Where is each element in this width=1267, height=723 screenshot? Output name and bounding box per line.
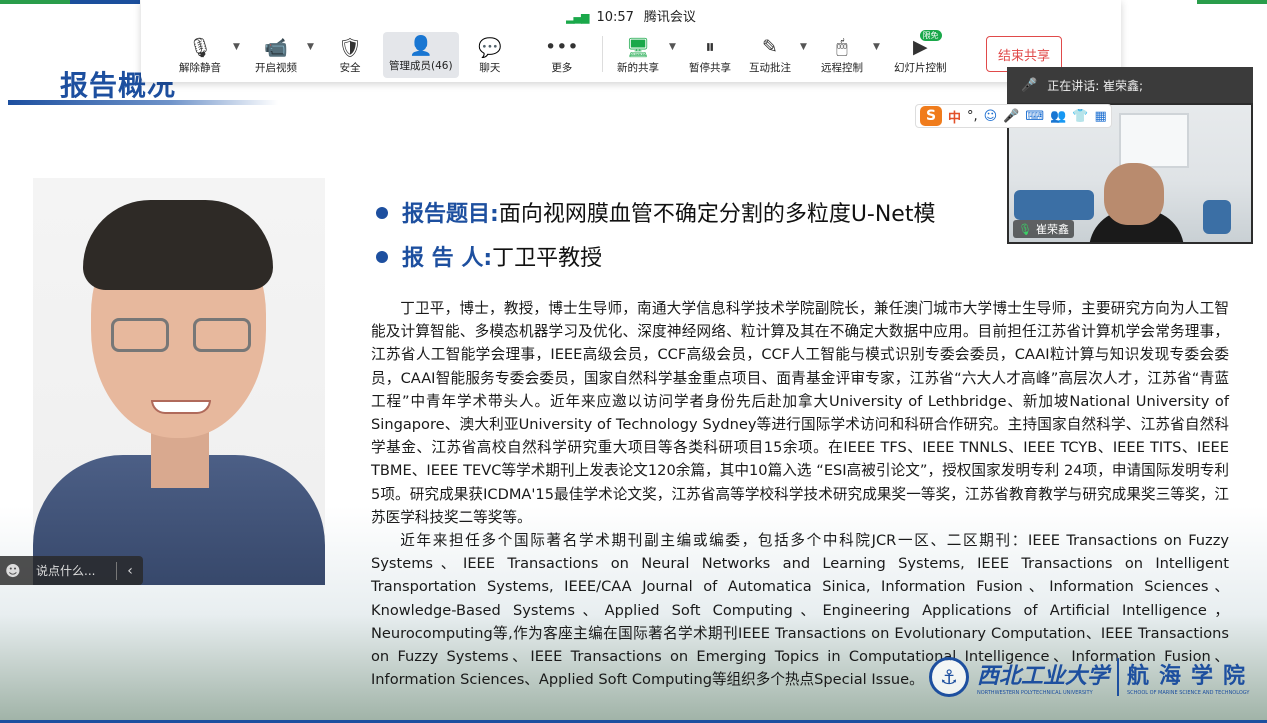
slide-top-stripe [1197,0,1267,4]
ime-punctuation-toggle[interactable]: °, [967,109,978,124]
video-options-chevron-icon[interactable]: ▼ [307,42,314,52]
slide-control-button[interactable]: ▶ 限免 幻灯片控制 [894,30,947,78]
clock-time: 10:57 [596,10,634,25]
remote-control-icon: 🖱 [836,36,848,58]
bullet-icon [376,207,388,219]
school-emblem-icon: ⚓ [928,657,969,697]
chat-label: 聊天 [479,62,501,74]
slide-top-stripe [70,0,140,4]
emoji-icon[interactable]: ☺ [984,109,998,124]
video-background-chair [1203,200,1231,234]
bio-paragraph: 丁卫平，博士，教授，博士生导师，南通大学信息科学技术学院副院长，兼任澳门城市大学… [371,300,1229,526]
sogou-logo-icon[interactable]: S [920,106,942,126]
speaker-video-panel[interactable]: 🎤 正在讲话: 崔荣鑫; 🎙 崔荣鑫 [1007,67,1253,244]
bullet-icon [376,251,388,263]
slide-control-icon: ▶ 限免 [913,30,942,60]
unmute-label: 解除静音 [179,62,221,74]
school-name-en: NORTHWESTERN POLYTECHNICAL UNIVERSITY [976,690,1093,696]
more-button[interactable]: ••• 更多 [545,34,579,78]
signal-icon: ▂▄▆ [566,11,589,24]
annotate-options-chevron-icon[interactable]: ▼ [800,42,807,52]
pause-share-label: 暂停共享 [689,62,731,74]
new-share-label: 新的共享 [617,62,659,74]
video-background-sofa [1014,190,1094,220]
more-dots-icon: ••• [545,36,579,58]
annotate-label: 互动批注 [749,62,791,74]
chat-input[interactable]: 说点什么... [26,562,116,579]
app-name: 腾讯会议 [643,10,696,25]
report-topic-label: 报告题目: [402,202,499,227]
manage-members-label: 管理成员(46) [389,60,453,72]
collapse-chevron-icon[interactable]: ‹ [117,563,143,579]
reporter-text: 丁卫平教授 [492,246,603,271]
portrait-glasses [111,318,251,352]
shield-icon: 🛡 [338,36,363,59]
college-name-block: 航海学院 SCHOOL OF MARINE SCIENCE AND TECHNO… [1127,658,1255,696]
ime-toolbar[interactable]: S 中 °, ☺ 🎤 ⌨ 👥 👕 ▦ [915,104,1112,128]
toolbox-grid-icon[interactable]: ▦ [1095,109,1107,124]
unmute-options-chevron-icon[interactable]: ▼ [233,42,240,52]
annotate-pen-icon: ✎ [762,36,778,58]
annotate-button[interactable]: ✎ 互动批注 [749,34,791,78]
chat-input-bar[interactable]: ☻ 说点什么... ‹ [0,556,143,585]
skin-shirt-icon[interactable]: 👕 [1072,109,1088,124]
toolbar-header: ▂▄▆ 10:57 腾讯会议 [141,6,1121,25]
user-icon: 👤 [408,34,433,57]
report-topic-bullet: 报告题目:面向视网膜血管不确定分割的多粒度U-Net模 [376,196,935,228]
portrait-hair [83,200,273,290]
camera-off-icon: 📹 [264,36,288,59]
toolbar-divider [602,36,603,72]
slide-top-stripe [0,0,70,4]
new-share-button[interactable]: 🖥 新的共享 [617,34,659,78]
speaker-name: 崔荣鑫 [1035,223,1069,236]
slide-control-label: 幻灯片控制 [894,62,947,74]
chat-button[interactable]: 💬 聊天 [478,34,502,78]
share-options-chevron-icon[interactable]: ▼ [669,42,676,52]
video-person-face [1104,163,1164,225]
speaking-indicator: 🎤 正在讲话: 崔荣鑫; [1007,67,1253,103]
screen-share-icon: 🖥 [625,36,651,59]
mic-on-icon: 🎙 [1018,222,1032,236]
voice-mic-icon[interactable]: 🎤 [1003,109,1019,124]
speaker-name-tag: 🎙 崔荣鑫 [1013,220,1074,238]
manage-members-button[interactable]: 👤 管理成员(46) [383,32,459,78]
security-label: 安全 [339,62,361,74]
school-divider [1116,658,1119,696]
remote-options-chevron-icon[interactable]: ▼ [873,42,880,52]
chat-bubble-icon: 💬 [478,36,502,59]
reporter-label: 报 告 人: [402,246,493,271]
keyboard-icon[interactable]: ⌨ [1025,109,1044,124]
user-center-icon[interactable]: 👥 [1050,109,1066,124]
title-underline [8,100,278,105]
speaking-label: 正在讲话: 崔荣鑫; [1047,78,1144,93]
school-name-block: 西北工业大学 NORTHWESTERN POLYTECHNICAL UNIVER… [977,658,1109,696]
remote-control-label: 远程控制 [821,62,863,74]
speaking-mic-icon: 🎤 [1021,77,1038,93]
start-video-button[interactable]: 📹 开启视频 [255,34,297,78]
remote-control-button[interactable]: 🖱 远程控制 [821,34,863,78]
college-name-en: SCHOOL OF MARINE SCIENCE AND TECHNOLOGY [1126,690,1250,696]
report-topic-text: 面向视网膜血管不确定分割的多粒度U-Net模 [498,202,936,227]
portrait-mouth [151,400,211,414]
emoji-face-icon[interactable]: ☻ [0,562,26,580]
college-name: 航海学院 [1126,664,1255,689]
free-badge: 限免 [919,30,942,41]
school-name: 西北工业大学 [976,663,1109,689]
speaker-portrait [33,178,325,585]
unmute-button[interactable]: 🎙 解除静音 [179,34,221,78]
speaker-bio: 丁卫平，博士，教授，博士生导师，南通大学信息科学技术学院副院长，兼任澳门城市大学… [371,297,1229,691]
meeting-toolbar: ▂▄▆ 10:57 腾讯会议 🎙 解除静音 ▼ 📹 开启视频 ▼ 🛡 安全 👤 管理… [141,0,1121,82]
ime-mode-toggle[interactable]: 中 [948,107,961,126]
start-video-label: 开启视频 [255,62,297,74]
reporter-bullet: 报 告 人:丁卫平教授 [376,240,602,272]
video-background-window [1119,113,1189,168]
pause-icon: ⏸ [705,36,715,58]
school-logo: ⚓ 西北工业大学 NORTHWESTERN POLYTECHNICAL UNIV… [928,657,1255,697]
security-button[interactable]: 🛡 安全 [338,34,362,78]
mic-muted-icon: 🎙 [187,36,213,59]
more-label: 更多 [551,62,573,74]
pause-share-button[interactable]: ⏸ 暂停共享 [689,34,731,78]
